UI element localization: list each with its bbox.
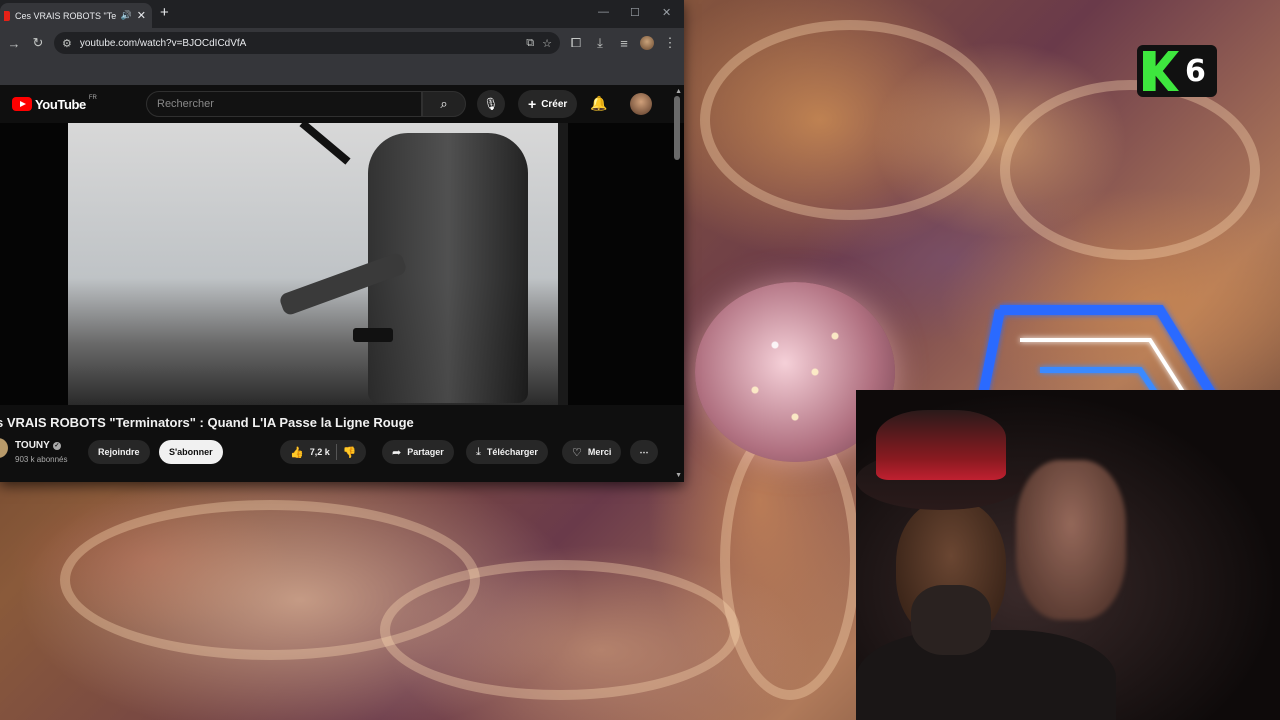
channel-avatar[interactable] [0,438,8,458]
streamer-webcam [856,390,1280,720]
share-arrow-icon: ➦ [392,446,402,459]
thanks-label: Merci [587,447,612,457]
download-button[interactable]: ⤓ Télécharger [466,440,548,464]
youtube-favicon-icon [4,10,10,21]
verified-check-icon: ✓ [52,441,61,450]
tab-active[interactable]: Ces VRAIS ROBOTS "Termin 🔊 ✕ [0,3,152,28]
youtube-header: YouTube FR Rechercher ⌕ 🎙 + Créer 🔔 [0,85,684,123]
download-icon[interactable]: ⤓ [592,35,608,51]
more-actions-button[interactable]: ⋯ [630,440,658,464]
share-button[interactable]: ➦ Partager [382,440,454,464]
streamer-hand [1016,460,1126,620]
region-code: FR [88,94,97,101]
streamer-beard [911,585,991,655]
browser-window: Ces VRAIS ROBOTS "Termin 🔊 ✕ + — ☐ ✕ → ↻… [0,0,684,482]
tab-strip: Ces VRAIS ROBOTS "Termin 🔊 ✕ + — ☐ ✕ [0,0,684,28]
tendril-shape [1000,80,1260,260]
heart-dollar-icon: ♡ [572,446,582,459]
maximize-button[interactable]: ☐ [630,6,640,19]
k6-logo: 6 [1137,45,1217,97]
create-button[interactable]: + Créer [518,90,578,118]
channel-name-text: TOUNY [15,440,50,451]
extensions-icon[interactable]: ⧠ [568,35,584,51]
notifications-bell-icon[interactable]: 🔔 [590,95,607,112]
divider [335,444,337,460]
youtube-wordmark: YouTube [35,96,86,112]
video-title: s VRAIS ROBOTS "Terminators" : Quand L'I… [0,415,414,430]
subscribe-label: S'abonner [169,447,213,457]
video-meta-row: TOUNY ✓ 903 k abonnés Rejoindre S'abonne… [0,430,684,470]
streamer-body [856,630,1116,720]
thanks-button[interactable]: ♡ Merci [562,440,622,464]
plus-icon: + [528,96,537,112]
video-pole [299,123,351,165]
url-text[interactable]: youtube.com/watch?v=BJOCdICdVfA [80,38,518,49]
scroll-up-arrow-icon[interactable]: ▲ [675,88,682,95]
subscriber-count: 903 k abonnés [15,455,68,464]
omnibox[interactable]: ⚙ youtube.com/watch?v=BJOCdICdVfA ⧉ ☆ [54,32,560,54]
tab-title: Ces VRAIS ROBOTS "Termin [15,10,116,21]
robot-gun [353,328,393,342]
minimize-button[interactable]: — [598,6,609,18]
video-player[interactable] [0,123,684,405]
site-info-icon[interactable]: ⚙ [62,37,72,50]
search-icon: ⌕ [440,96,448,111]
tendril-shape [700,20,1000,220]
search-input[interactable]: Rechercher [146,91,422,117]
like-count[interactable]: 7,2 k [310,447,330,457]
like-dislike-group: 👍 7,2 k 👎 [280,440,367,464]
subscribe-button[interactable]: S'abonner [159,440,223,464]
join-label: Rejoindre [98,447,140,457]
account-avatar[interactable] [630,93,652,115]
thumbs-down-icon[interactable]: 👎 [343,446,357,459]
share-label: Partager [407,447,444,457]
k-letter-logo [1143,51,1179,91]
bookmarks-bar [0,58,684,85]
voice-search-button[interactable]: 🎙 [477,90,505,118]
tab-close-icon[interactable]: ✕ [137,9,146,22]
download-arrow-icon: ⤓ [476,445,481,458]
video-frame [68,123,568,405]
youtube-play-icon [12,97,32,111]
speaker-icon[interactable]: 🔊 [121,10,132,21]
new-tab-button[interactable]: + [160,4,169,21]
microphone-icon: 🎙 [483,97,499,111]
tendril-shape [380,560,740,700]
youtube-logo[interactable]: YouTube FR [12,94,97,112]
more-dots-icon: ⋯ [639,446,649,457]
bookmark-star-icon[interactable]: ☆ [542,37,552,50]
create-label: Créer [541,98,568,110]
install-app-icon[interactable]: ⧉ [526,37,534,50]
menu-dots-icon[interactable]: ⋮ [662,35,678,51]
video-wall [558,123,568,405]
hat-crown [876,410,1006,480]
download-label: Télécharger [486,447,538,457]
search-button[interactable]: ⌕ [422,91,466,117]
join-button[interactable]: Rejoindre [88,440,150,464]
channel-name[interactable]: TOUNY ✓ [15,440,61,451]
address-bar-row: → ↻ ⚙ youtube.com/watch?v=BJOCdICdVfA ⧉ … [0,28,684,58]
thumbs-up-icon[interactable]: 👍 [290,446,304,459]
page-scrollbar[interactable] [674,96,680,160]
reload-icon[interactable]: ↻ [30,35,46,51]
close-window-button[interactable]: ✕ [662,6,671,19]
media-control-icon[interactable]: ≡ [616,36,632,51]
tendril-shape [720,420,860,700]
forward-icon[interactable]: → [6,36,22,51]
profile-avatar[interactable] [640,36,654,50]
scroll-down-arrow-icon[interactable]: ▼ [675,472,682,479]
k6-number: 6 [1185,53,1206,89]
stream-scene: 6 Ces VRAIS ROBOTS "Termin 🔊 ✕ + — ☐ ✕ →… [0,0,1280,720]
